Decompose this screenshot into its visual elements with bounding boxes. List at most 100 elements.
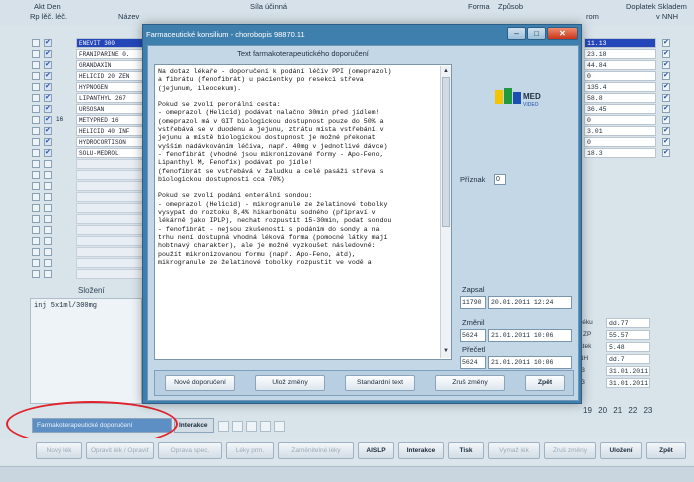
drug-name-cell[interactable]: SOLU-MEDROL — [76, 148, 146, 158]
drug-name-cell[interactable]: ENEVIT 300 — [76, 38, 146, 48]
active-checkbox[interactable] — [32, 72, 40, 80]
active-checkbox[interactable] — [32, 39, 40, 47]
active-checkbox[interactable] — [32, 259, 40, 267]
doplatek-value[interactable]: 23.18 — [584, 49, 656, 59]
toolbar-button[interactable]: Vymaž lék — [488, 442, 540, 459]
save-changes-button[interactable]: Ulož změny — [255, 375, 325, 391]
table-row[interactable]: HELICID 20 ZEN — [30, 71, 150, 82]
table-row[interactable]: FRANIPARINE 0. — [30, 49, 150, 60]
empty-cell[interactable] — [76, 247, 146, 257]
active-checkbox[interactable] — [32, 83, 40, 91]
rp-checkbox[interactable] — [44, 215, 52, 223]
drug-name-cell[interactable]: HYDROCORTISON — [76, 137, 146, 147]
drug-name-cell[interactable]: HELICID 40 INF — [76, 126, 146, 136]
toolbar-button[interactable]: Tisk — [448, 442, 484, 459]
table-row[interactable] — [30, 192, 150, 203]
active-checkbox[interactable] — [32, 61, 40, 69]
empty-cell[interactable] — [76, 225, 146, 235]
active-checkbox[interactable] — [32, 204, 40, 212]
table-row[interactable] — [30, 203, 150, 214]
text-scrollbar[interactable]: ▲ ▼ — [440, 66, 451, 358]
stock-checkbox[interactable] — [662, 148, 670, 157]
doplatek-value[interactable]: 0 — [584, 137, 656, 147]
table-row[interactable] — [30, 214, 150, 225]
stock-checkbox[interactable] — [662, 115, 670, 124]
drug-name-cell[interactable]: HELICID 20 ZEN — [76, 71, 146, 81]
recommendation-text[interactable]: Na dotaz lékaře - doporučení k podání lé… — [158, 68, 436, 356]
drug-name-cell[interactable]: FRANIPARINE 0. — [76, 49, 146, 59]
rp-checkbox[interactable] — [44, 93, 52, 102]
stock-checkbox[interactable] — [662, 60, 670, 69]
table-row[interactable]: HELICID 40 INF — [30, 126, 150, 137]
scroll-down-icon[interactable]: ▼ — [442, 347, 450, 356]
doplatek-value[interactable]: 11.13 — [584, 38, 656, 48]
table-row[interactable] — [30, 170, 150, 181]
undo-changes-button[interactable]: Zruš změny — [435, 375, 505, 391]
table-row[interactable]: HYPNOGEN — [30, 82, 150, 93]
scroll-thumb[interactable] — [442, 77, 450, 227]
rp-checkbox[interactable] — [44, 171, 52, 179]
rp-checkbox[interactable] — [44, 104, 52, 113]
active-checkbox[interactable] — [32, 171, 40, 179]
empty-cell[interactable] — [76, 170, 146, 180]
toolbar-button[interactable]: Interakce — [398, 442, 444, 459]
empty-cell[interactable] — [76, 192, 146, 202]
toolbar-button[interactable]: Zruš změny — [544, 442, 596, 459]
table-row[interactable] — [30, 159, 150, 170]
table-row[interactable]: URSOSAN — [30, 104, 150, 115]
empty-cell[interactable] — [76, 214, 146, 224]
table-row[interactable] — [30, 269, 150, 280]
active-checkbox[interactable] — [32, 94, 40, 102]
empty-cell[interactable] — [76, 236, 146, 246]
active-checkbox[interactable] — [32, 160, 40, 168]
stock-checkbox[interactable] — [662, 126, 670, 135]
table-row[interactable] — [30, 225, 150, 236]
empty-cell[interactable] — [76, 258, 146, 268]
active-checkbox[interactable] — [32, 50, 40, 58]
priznak-input[interactable]: 0 — [494, 174, 506, 185]
active-checkbox[interactable] — [32, 182, 40, 190]
active-checkbox[interactable] — [32, 127, 40, 135]
rp-checkbox[interactable] — [44, 49, 52, 58]
table-row[interactable] — [30, 258, 150, 269]
table-row[interactable]: HYDROCORTISON — [30, 137, 150, 148]
rp-checkbox[interactable] — [44, 160, 52, 168]
close-button[interactable]: ✕ — [547, 27, 578, 40]
toolbar-button[interactable]: Zpět — [646, 442, 686, 459]
rp-checkbox[interactable] — [44, 38, 52, 47]
toolbar-button[interactable]: Nový lék — [36, 442, 82, 459]
stock-checkbox[interactable] — [662, 38, 670, 47]
drug-name-cell[interactable]: GRANDAXIN — [76, 60, 146, 70]
rp-checkbox[interactable] — [44, 226, 52, 234]
active-checkbox[interactable] — [32, 116, 40, 124]
doplatek-row[interactable]: 58.8 — [584, 93, 674, 104]
active-checkbox[interactable] — [32, 248, 40, 256]
rp-checkbox[interactable] — [44, 204, 52, 212]
rp-checkbox[interactable] — [44, 193, 52, 201]
stock-checkbox[interactable] — [662, 82, 670, 91]
scroll-up-icon[interactable]: ▲ — [442, 67, 450, 76]
rp-checkbox[interactable] — [44, 237, 52, 245]
rp-checkbox[interactable] — [44, 71, 52, 80]
empty-cell[interactable] — [76, 203, 146, 213]
active-checkbox[interactable] — [32, 226, 40, 234]
tab-farmakoterapeuticke[interactable]: Farmakoterapeutické doporučení — [32, 418, 172, 433]
rp-checkbox[interactable] — [44, 148, 52, 157]
active-checkbox[interactable] — [32, 215, 40, 223]
toolbar-button[interactable]: Zaměnitelné léky — [278, 442, 354, 459]
doplatek-row[interactable]: 36.45 — [584, 104, 674, 115]
table-row[interactable] — [30, 236, 150, 247]
table-row[interactable]: LIPANTHYL 267 — [30, 93, 150, 104]
standard-text-button[interactable]: Standardní text — [345, 375, 415, 391]
active-checkbox[interactable] — [32, 105, 40, 113]
empty-cell[interactable] — [76, 181, 146, 191]
doplatek-value[interactable]: 0 — [584, 71, 656, 81]
rp-checkbox[interactable] — [44, 248, 52, 256]
doplatek-value[interactable]: 0 — [584, 115, 656, 125]
toolbar-button[interactable]: Uložení — [600, 442, 642, 459]
active-checkbox[interactable] — [32, 149, 40, 157]
doplatek-row[interactable]: 23.18 — [584, 49, 674, 60]
active-checkbox[interactable] — [32, 138, 40, 146]
drug-name-cell[interactable]: METYPRED 16 — [76, 115, 146, 125]
toolbar-button[interactable]: Oprava spec. — [158, 442, 222, 459]
